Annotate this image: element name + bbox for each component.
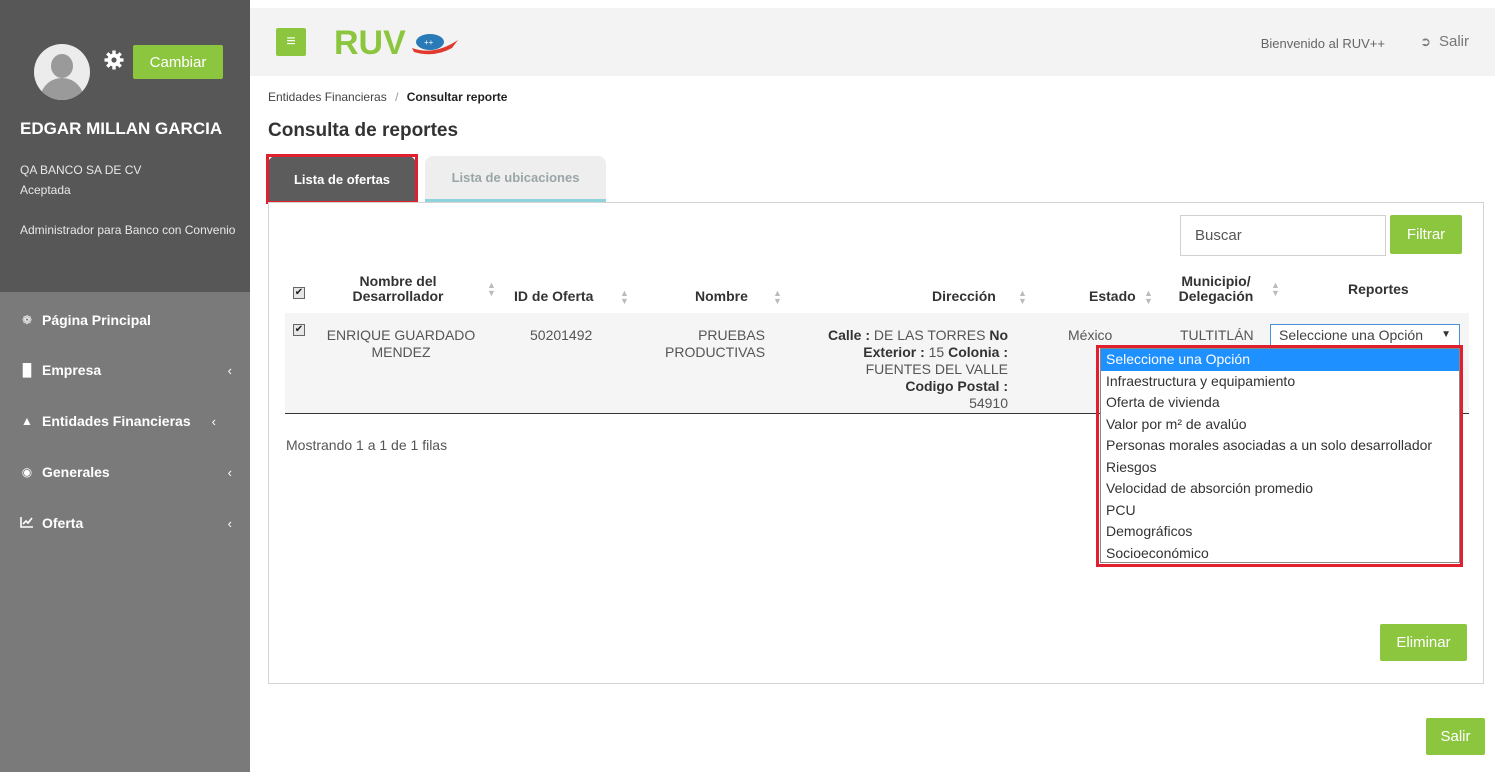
caret-down-icon: ▼ xyxy=(1441,329,1451,340)
column-header-developer[interactable]: Nombre del Desarrollador xyxy=(333,274,463,304)
cell-state: México xyxy=(1068,327,1113,343)
highlight-box-dropdown xyxy=(1096,345,1463,567)
nav-item-label: Oferta xyxy=(42,515,84,531)
chevron-left-icon: ‹ xyxy=(211,413,216,429)
user-role: Administrador para Banco con Convenio xyxy=(20,223,236,237)
building-icon: █ xyxy=(22,363,32,377)
user-company: QA BANCO SA DE CV xyxy=(20,163,142,177)
breadcrumb: Entidades Financieras / Consultar report… xyxy=(268,90,507,104)
svg-text:RUV: RUV xyxy=(334,24,406,62)
cell-address: Calle : DE LAS TORRES No Exterior : 15 C… xyxy=(820,327,1008,412)
highlight-box-tab xyxy=(266,154,418,204)
logout-label: Salir xyxy=(1438,33,1469,50)
user-name: EDGAR MILLAN GARCIA xyxy=(20,119,223,138)
column-header-name[interactable]: Nombre xyxy=(695,289,748,304)
welcome-text: Bienvenido al RUV++ xyxy=(1260,36,1385,51)
sort-icon[interactable]: ▲ ▼ xyxy=(620,289,629,306)
svg-text:++: ++ xyxy=(424,38,434,47)
report-select-value: Seleccione una Opción xyxy=(1279,327,1423,343)
sort-icon[interactable]: ▲ ▼ xyxy=(773,289,782,306)
exit-button[interactable]: Salir xyxy=(1426,718,1485,755)
tab-lista-de-ubicaciones[interactable]: Lista de ubicaciones xyxy=(425,156,606,202)
select-all-checkbox[interactable]: ✔ xyxy=(293,287,305,299)
change-button[interactable]: Cambiar xyxy=(133,45,223,79)
column-header-address[interactable]: Dirección xyxy=(932,289,996,304)
breadcrumb-separator: / xyxy=(395,90,399,104)
address-value: 54910 xyxy=(969,395,1008,411)
user-status: Aceptada xyxy=(20,183,71,197)
address-value: DE LAS TORRES xyxy=(873,327,986,343)
dashboard-icon: ◉ xyxy=(21,465,33,479)
cell-offer-id: 50201492 xyxy=(530,327,593,343)
nav-item-pagina-principal[interactable]: ❁ Página Principal xyxy=(0,300,250,340)
nav-item-label: Página Principal xyxy=(42,312,151,328)
sort-icon[interactable]: ▲ ▼ xyxy=(1144,289,1153,306)
cell-name: PRUEBAS PRODUCTIVAS xyxy=(665,327,766,360)
pagination-summary: Mostrando 1 a 1 de 1 filas xyxy=(286,437,448,453)
sort-icon[interactable]: ▲ ▼ xyxy=(487,281,496,298)
chevron-left-icon: ‹ xyxy=(227,464,232,480)
column-header-municipality[interactable]: Municipio/ Delegación xyxy=(1170,274,1262,304)
report-select[interactable]: Seleccione una Opción ▼ xyxy=(1270,324,1460,346)
address-label: No xyxy=(989,327,1008,343)
nav-item-empresa[interactable]: █ Empresa ‹ xyxy=(0,350,250,390)
address-label: Exterior : xyxy=(863,344,925,360)
row-checkbox[interactable]: ✔ xyxy=(293,324,305,336)
logout-link[interactable]: ➲ Salir xyxy=(1420,33,1469,50)
address-label: Codigo Postal : xyxy=(905,378,1008,394)
filter-button[interactable]: Filtrar xyxy=(1390,215,1462,254)
ruv-logo: RUV ++ xyxy=(334,24,458,62)
column-header-offer-id[interactable]: ID de Oferta xyxy=(514,289,593,304)
user-profile-panel: Cambiar EDGAR MILLAN GARCIA QA BANCO SA … xyxy=(0,0,250,292)
sort-icon[interactable]: ▲ ▼ xyxy=(1018,289,1027,306)
column-header-state[interactable]: Estado xyxy=(1089,289,1136,304)
sidebar: Cambiar EDGAR MILLAN GARCIA QA BANCO SA … xyxy=(0,0,250,772)
nav-item-oferta[interactable]: Oferta ‹ xyxy=(0,503,250,543)
page-title: Consulta de reportes xyxy=(268,120,459,141)
chevron-left-icon: ‹ xyxy=(227,515,232,531)
avatar xyxy=(34,44,90,100)
address-label: Calle : xyxy=(828,327,871,343)
cell-municipality: TULTITLÁN xyxy=(1180,327,1254,343)
nav-item-label: Generales xyxy=(42,464,110,480)
chevron-left-icon: ‹ xyxy=(227,362,232,378)
sort-icon[interactable]: ▲ ▼ xyxy=(1271,281,1280,298)
nav-item-label: Empresa xyxy=(42,362,102,378)
home-icon: ❁ xyxy=(21,313,33,327)
nav-item-entidades-financieras[interactable]: ▲ Entidades Financieras ‹ xyxy=(0,401,250,441)
top-bar: ≡ RUV ++ Bienvenido al RUV++ ➲ Salir xyxy=(250,8,1495,76)
nav-item-generales[interactable]: ◉ Generales ‹ xyxy=(0,452,250,492)
breadcrumb-current: Consultar reporte xyxy=(406,90,508,104)
logout-icon: ➲ xyxy=(1420,34,1431,49)
chart-icon xyxy=(18,516,36,531)
address-label: Colonia : xyxy=(948,344,1008,360)
menu-toggle-button[interactable]: ≡ xyxy=(276,28,306,56)
breadcrumb-parent[interactable]: Entidades Financieras xyxy=(268,90,387,104)
nav-item-label: Entidades Financieras xyxy=(42,413,191,429)
gear-icon[interactable] xyxy=(104,50,124,70)
delete-button[interactable]: Eliminar xyxy=(1380,624,1467,661)
address-value: FUENTES DEL VALLE xyxy=(865,361,1008,377)
bank-icon: ▲ xyxy=(21,414,33,428)
search-input[interactable]: Buscar xyxy=(1180,215,1386,256)
address-value: 15 xyxy=(928,344,945,360)
column-header-reports: Reportes xyxy=(1348,281,1409,297)
cell-developer: ENRIQUE GUARDADO MENDEZ xyxy=(326,327,476,360)
